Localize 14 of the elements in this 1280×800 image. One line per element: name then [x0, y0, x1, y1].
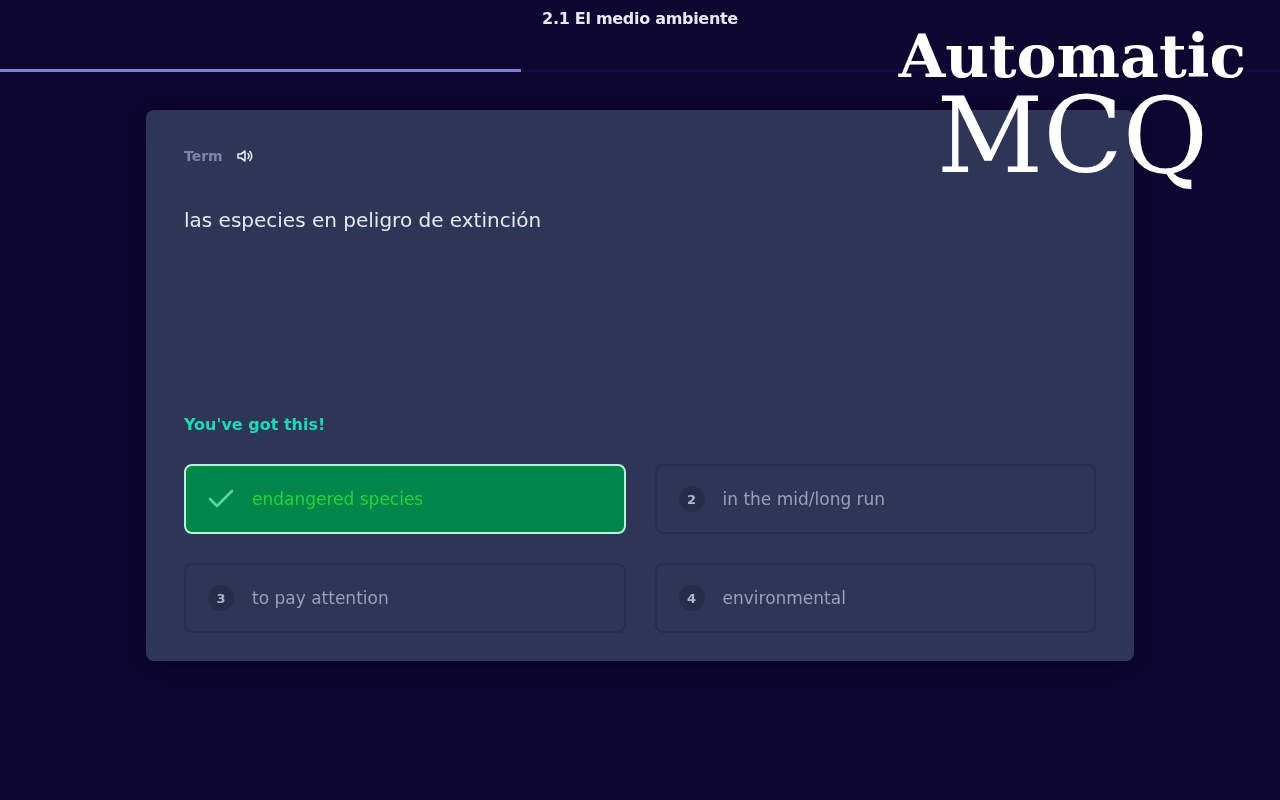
option-number: 4 — [678, 585, 705, 611]
answer-option[interactable]: 4 environmental — [654, 563, 1096, 633]
term-text: las especies en peligro de extinción — [184, 208, 543, 232]
option-number: 2 — [678, 486, 705, 512]
overlay-title: MCQ — [936, 84, 1208, 188]
encouragement-text: You've got this! — [184, 415, 327, 434]
lesson-title: 2.1 El medio ambiente — [542, 8, 738, 28]
term-label: Term — [184, 148, 223, 164]
speaker-icon[interactable] — [236, 149, 253, 163]
check-icon — [208, 489, 234, 509]
answer-option[interactable]: 3 to pay attention — [184, 563, 626, 633]
overlay-title: Automatic — [898, 26, 1246, 86]
answer-option[interactable]: 2 in the mid/long run — [654, 464, 1096, 534]
option-number: 3 — [208, 585, 234, 611]
